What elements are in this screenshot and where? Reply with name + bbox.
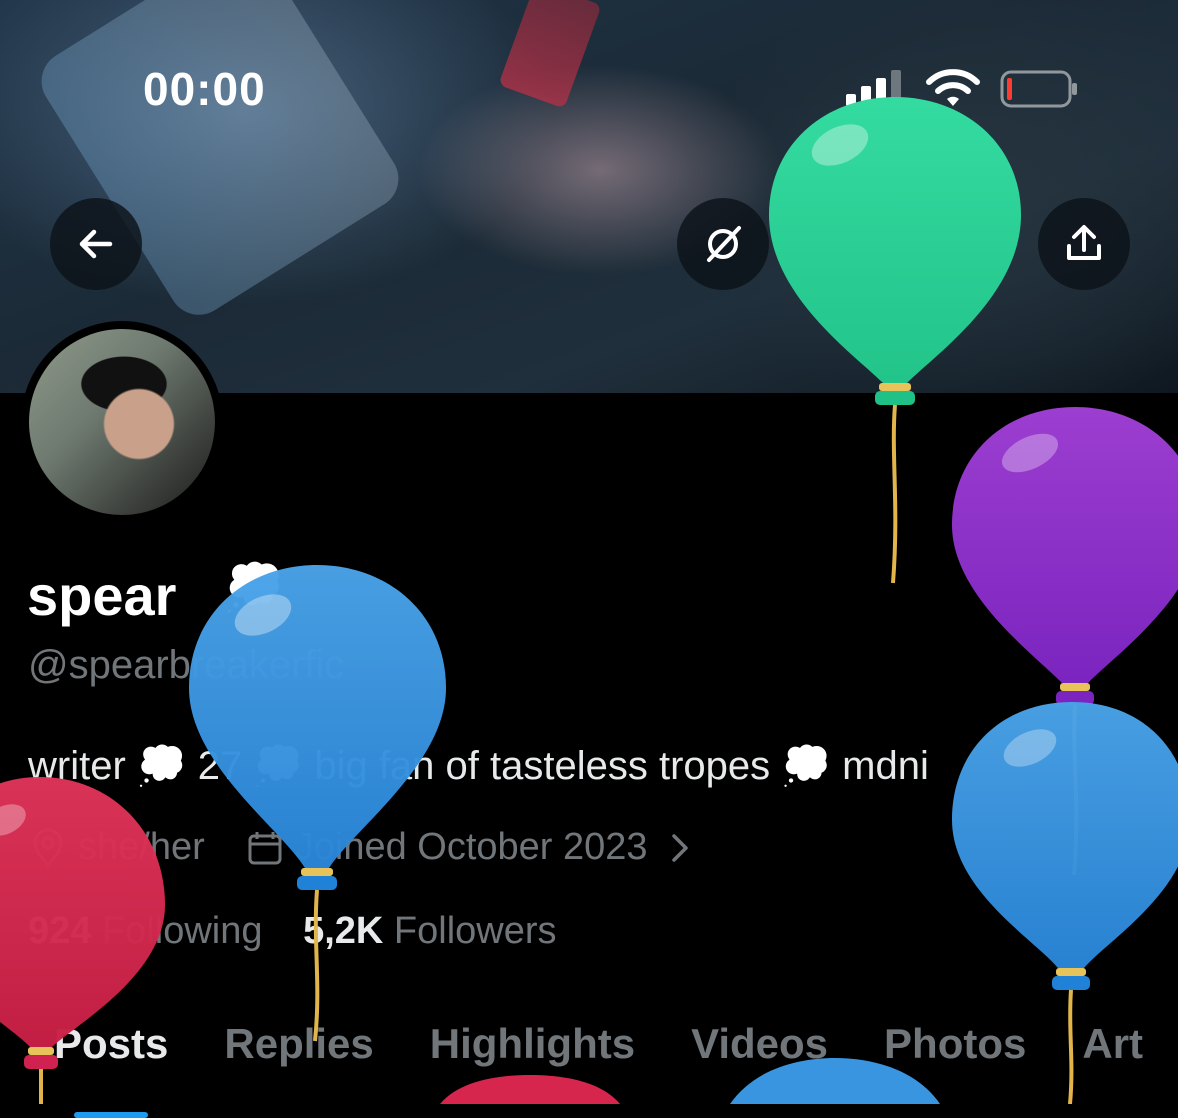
- red-balloon: [0, 777, 165, 1104]
- display-name: spear: [27, 564, 177, 627]
- banner-shape: [498, 0, 602, 109]
- chevron-right-icon: [671, 833, 688, 862]
- share-icon: [1067, 225, 1101, 260]
- blue-balloon-left: [189, 565, 446, 1042]
- red-balloon-bottom: [440, 1075, 620, 1104]
- slashed-circle-icon: [707, 226, 741, 262]
- tab-label: Highlights: [429, 1020, 636, 1067]
- status-time: 00:00: [143, 63, 266, 115]
- active-tab-indicator: [74, 1112, 149, 1118]
- blue-balloon-right: [952, 702, 1178, 1104]
- arrow-left-icon: [79, 229, 113, 259]
- back-button[interactable]: [50, 198, 142, 290]
- avatar-photo: [29, 329, 215, 515]
- grok-button[interactable]: [677, 198, 769, 290]
- share-button[interactable]: [1038, 198, 1130, 290]
- avatar[interactable]: [21, 321, 223, 523]
- blue-balloon-bottom: [730, 1058, 940, 1104]
